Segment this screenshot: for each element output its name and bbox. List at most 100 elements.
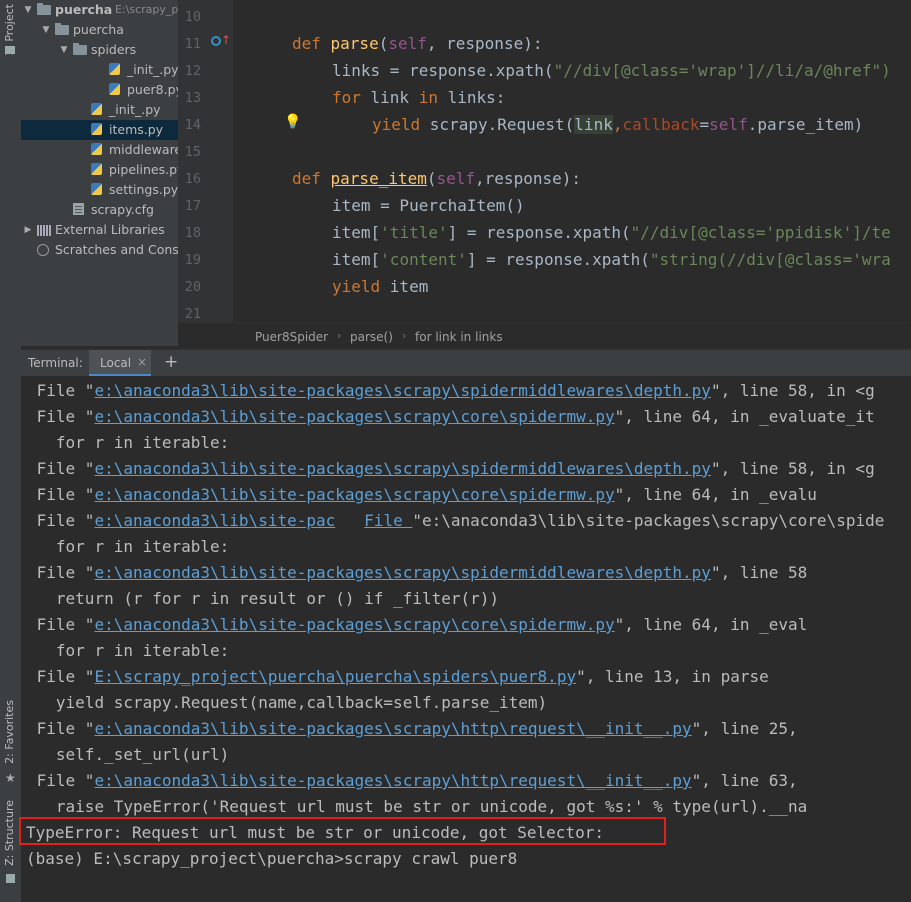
code-line-11: def parse(self, response): bbox=[292, 34, 543, 53]
file-link[interactable]: e:\anaconda3\lib\site-packages\scrapy\co… bbox=[94, 615, 614, 634]
terminal-line: for r in iterable: bbox=[27, 638, 229, 664]
terminal-text: for r in iterable: bbox=[36, 537, 230, 556]
tree-item[interactable]: ▶ External Libraries bbox=[21, 220, 178, 240]
file-link[interactable]: e:\anaconda3\lib\site-packages\scrapy\sp… bbox=[94, 459, 711, 478]
python-file-icon bbox=[91, 183, 102, 195]
terminal-text: File " bbox=[36, 615, 95, 634]
library-icon bbox=[37, 225, 51, 236]
file-link[interactable]: E:\scrapy_project\puercha\puercha\spider… bbox=[94, 667, 576, 686]
terminal-text: File " bbox=[36, 407, 95, 426]
terminal-text: raise TypeError('Request url must be str… bbox=[36, 797, 808, 816]
terminal-text: File " bbox=[36, 563, 95, 582]
code-line-19: item['content'] = response.xpath("string… bbox=[332, 250, 891, 269]
scratch-icon bbox=[37, 244, 49, 256]
tree-item-label: settings.py bbox=[109, 182, 178, 197]
line-number: 12 bbox=[184, 63, 201, 79]
line-gutter: 10 11 12 13 14 15 16 17 18 19 20 21 bbox=[178, 0, 233, 322]
structure-tool-tab[interactable]: Z: Structure bbox=[3, 800, 16, 866]
terminal-line: File "e:\anaconda3\lib\site-packages\scr… bbox=[27, 456, 875, 482]
terminal-text: ", line 64, in _evaluate_it bbox=[614, 407, 875, 426]
file-link[interactable]: e:\anaconda3\lib\site-pac bbox=[94, 511, 335, 530]
tree-item[interactable]: middlewares.p bbox=[21, 140, 178, 160]
folder-icon bbox=[55, 23, 69, 35]
tree-item[interactable]: _init_.py bbox=[21, 100, 178, 120]
chevron-down-icon[interactable]: ▼ bbox=[59, 40, 69, 60]
tree-item[interactable]: settings.py bbox=[21, 180, 178, 200]
breadcrumb: Puer8Spider › parse() › for link in link… bbox=[178, 322, 911, 350]
terminal-text: ", line 63, bbox=[691, 771, 798, 790]
terminal-text: for r in iterable: bbox=[36, 433, 230, 452]
terminal-text: ", line 58, in <g bbox=[710, 381, 875, 400]
tab-local[interactable]: Local × bbox=[89, 350, 151, 377]
python-file-icon bbox=[91, 143, 102, 155]
tree-item-path: E:\scrapy_p bbox=[115, 3, 178, 16]
chevron-right-icon: › bbox=[337, 329, 342, 342]
line-number: 15 bbox=[184, 144, 201, 160]
tree-item[interactable]: ▼ spiders bbox=[21, 40, 178, 60]
terminal-text: File " bbox=[36, 667, 95, 686]
code-line-16: def parse_item(self,response): bbox=[292, 169, 581, 188]
tree-item-label: puercha bbox=[73, 22, 124, 37]
terminal-line: File "e:\anaconda3\lib\site-packages\scr… bbox=[27, 560, 808, 586]
file-link[interactable]: e:\anaconda3\lib\site-packages\scrapy\co… bbox=[94, 407, 614, 426]
terminal-text: return (r for r in result or () if _filt… bbox=[36, 589, 500, 608]
code-line-18: item['title'] = response.xpath("//div[@c… bbox=[332, 223, 891, 242]
terminal-title: Terminal: bbox=[28, 356, 83, 370]
tree-item[interactable]: items.py bbox=[21, 120, 178, 140]
folder-icon bbox=[37, 3, 51, 15]
tree-item[interactable]: _init_.py bbox=[21, 60, 178, 80]
terminal-text: ", line 13, in parse bbox=[576, 667, 769, 686]
shell-prompt[interactable]: (base) E:\scrapy_project\puercha>scrapy … bbox=[26, 846, 517, 872]
chevron-down-icon[interactable]: ▼ bbox=[23, 0, 33, 20]
tree-item-label: puercha bbox=[55, 2, 113, 17]
terminal-text: ", line 25, bbox=[691, 719, 798, 738]
terminal-line: File "e:\anaconda3\lib\site-packages\scr… bbox=[27, 404, 875, 430]
close-icon[interactable]: × bbox=[137, 355, 147, 369]
breadcrumb-method[interactable]: parse() bbox=[350, 330, 393, 344]
file-link[interactable]: File bbox=[364, 511, 412, 530]
tree-item[interactable]: puer8.py bbox=[21, 80, 178, 100]
favorites-tool-tab[interactable]: 2: Favorites bbox=[3, 700, 16, 764]
file-link[interactable]: e:\anaconda3\lib\site-packages\scrapy\sp… bbox=[94, 381, 711, 400]
tree-item[interactable]: ▼ puercha bbox=[21, 20, 178, 40]
python-file-icon bbox=[91, 123, 102, 135]
chevron-right-icon[interactable]: ▶ bbox=[23, 220, 33, 240]
breadcrumb-class[interactable]: Puer8Spider bbox=[255, 330, 328, 344]
terminal-text: self._set_url(url) bbox=[36, 745, 230, 764]
terminal-text: File " bbox=[36, 459, 95, 478]
breadcrumb-loop[interactable]: for link in links bbox=[415, 330, 503, 344]
star-icon: ★ bbox=[5, 771, 16, 785]
terminal-line: self._set_url(url) bbox=[27, 742, 229, 768]
file-link[interactable]: e:\anaconda3\lib\site-packages\scrapy\ht… bbox=[94, 719, 691, 738]
tree-item-label: scrapy.cfg bbox=[91, 202, 154, 217]
add-terminal-icon[interactable]: + bbox=[164, 352, 178, 372]
file-link[interactable]: e:\anaconda3\lib\site-packages\scrapy\sp… bbox=[94, 563, 711, 582]
file-link[interactable]: e:\anaconda3\lib\site-packages\scrapy\ht… bbox=[94, 771, 691, 790]
tree-item[interactable]: Scratches and Conso bbox=[21, 240, 178, 260]
code-line-20: yield item bbox=[332, 277, 429, 296]
override-marker-icon[interactable] bbox=[211, 36, 221, 46]
tree-item-label: puer8.py bbox=[127, 82, 178, 97]
tree-item-label: External Libraries bbox=[55, 222, 165, 237]
tree-item[interactable]: ▼ puercha E:\scrapy_p bbox=[21, 0, 178, 20]
chevron-down-icon[interactable]: ▼ bbox=[41, 20, 51, 40]
lightbulb-icon[interactable]: 💡 bbox=[284, 114, 301, 130]
code-editor[interactable]: def parse(self, response): links = respo… bbox=[258, 0, 911, 322]
fold-column bbox=[233, 0, 258, 322]
tree-item-label: items.py bbox=[109, 122, 164, 137]
line-number: 16 bbox=[184, 171, 201, 187]
tree-item[interactable]: pipelines.py bbox=[21, 160, 178, 180]
line-number: 19 bbox=[184, 252, 201, 268]
tree-item[interactable]: scrapy.cfg bbox=[21, 200, 178, 220]
file-link[interactable]: e:\anaconda3\lib\site-packages\scrapy\co… bbox=[94, 485, 614, 504]
config-file-icon bbox=[73, 203, 84, 215]
